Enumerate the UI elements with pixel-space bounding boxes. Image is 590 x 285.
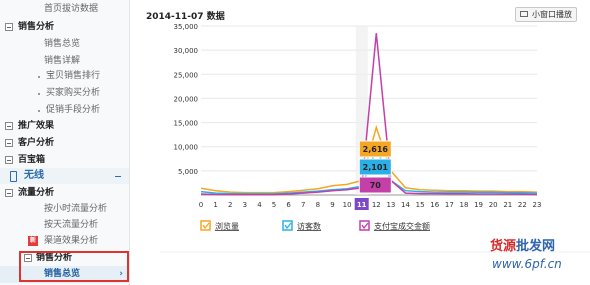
sidebar-item-label: 按天流量分析 (44, 220, 99, 230)
y-tick-label: 20,000 (174, 95, 199, 103)
sidebar-item-daily-traffic[interactable]: 按天流量分析 (0, 217, 129, 234)
sidebar-item-label: 百宝箱 (18, 155, 46, 165)
sidebar-item-label: 首页拔访数据 (44, 4, 99, 14)
x-tick-label: 4 (257, 201, 262, 209)
sidebar-item-homepage-data[interactable]: 首页拔访数据 (0, 1, 129, 18)
tooltip-value: 2,101 (363, 163, 389, 172)
sidebar-section-traffic[interactable]: 流量分析 (0, 185, 129, 202)
sidebar-item-label: 销售详解 (44, 56, 81, 66)
legend-swatch (359, 220, 370, 231)
y-tick-label: 30,000 (174, 47, 199, 55)
x-tick-label: 19 (474, 201, 483, 209)
bullet-icon (38, 110, 40, 112)
collapse-icon (5, 139, 13, 147)
sidebar-item-sales-overview[interactable]: 销售总览 (0, 36, 129, 53)
bullet-icon (38, 93, 40, 95)
sidebar-item-label: 按小时流量分析 (44, 204, 108, 214)
legend-label: 访客数 (297, 221, 321, 231)
collapse-icon (5, 156, 13, 164)
x-tick-label: 18 (459, 201, 468, 209)
x-tick-label: 15 (416, 201, 425, 209)
legend-label: 浏览量 (215, 221, 239, 231)
x-tick-label: 2 (228, 201, 232, 209)
x-tick-label: 20 (489, 201, 498, 209)
y-tick-label: 10,000 (174, 144, 199, 152)
legend-label: 支付宝成交金额 (374, 221, 430, 231)
sidebar-item-label: 渠道效果分析 (44, 236, 99, 246)
x-tick-label: 7 (301, 201, 305, 209)
sidebar-item-label: 销售总览 (44, 39, 81, 49)
phone-icon (10, 171, 17, 182)
y-tick-label: 5,000 (178, 168, 198, 176)
watermark-url: www.6pf.cn (492, 257, 562, 271)
x-tick-label: 13 (386, 201, 395, 209)
x-tick-label: 12 (372, 201, 381, 209)
collapse-icon (5, 189, 13, 197)
sidebar-item-label: 无线 (24, 170, 44, 181)
sidebar-item-label: 客户分析 (18, 138, 55, 148)
new-badge: 新 (28, 236, 38, 246)
x-tick-label: 17 (445, 201, 454, 209)
legend-swatch (282, 220, 293, 231)
watermark: 货源批发网 www.6pf.cn (478, 235, 590, 285)
y-tick-label: 25,000 (174, 71, 199, 79)
sidebar-section-wireless[interactable]: 无线 (0, 168, 129, 184)
x-tick-label: 10 (343, 201, 352, 209)
x-tick-label: 0 (199, 201, 203, 209)
legend-swatch (200, 220, 211, 231)
sidebar-section-sales[interactable]: 销售分析 (0, 19, 129, 36)
x-tick-label: 5 (272, 201, 276, 209)
sidebar-item-label: 推广效果 (18, 121, 55, 131)
tooltip-value: 70 (370, 181, 382, 190)
collapse-icon (5, 23, 13, 31)
collapse-icon (5, 122, 13, 130)
sidebar-item-channel-analysis[interactable]: 新渠道效果分析 (0, 233, 129, 250)
sidebar-section-toolbox[interactable]: 百宝箱 (0, 152, 129, 169)
sidebar: 首页拔访数据 销售分析 销售总览 销售详解 宝贝销售排行 买家购买分析 促销手段… (0, 0, 130, 285)
x-tick-label: 14 (401, 201, 410, 209)
x-tick-label: 6 (286, 201, 291, 209)
tooltip-value: 2,616 (363, 145, 389, 154)
sidebar-item-promo-analysis[interactable]: 促销手段分析 (0, 102, 129, 119)
sidebar-item-label: 买家购买分析 (46, 88, 101, 98)
x-tick-label: 11 (357, 201, 367, 209)
y-tick-label: 15,000 (174, 120, 199, 128)
sidebar-item-label: 销售分析 (18, 22, 55, 32)
bullet-icon (38, 76, 40, 78)
sidebar-item-label: 促销手段分析 (46, 105, 101, 115)
highlight-box (19, 251, 129, 282)
x-tick-label: 1 (213, 201, 217, 209)
x-tick-label: 22 (518, 201, 527, 209)
sidebar-item-label: 宝贝销售排行 (46, 71, 101, 81)
sidebar-item-product-ranking[interactable]: 宝贝销售排行 (0, 68, 129, 85)
sidebar-section-promotion[interactable]: 推广效果 (0, 118, 129, 135)
watermark-title: 货源批发网 (490, 239, 556, 254)
y-tick-label: 35,000 (174, 23, 199, 31)
x-tick-label: 3 (243, 201, 247, 209)
sidebar-section-customer[interactable]: 客户分析 (0, 135, 129, 152)
collapse-dash-icon (115, 176, 121, 177)
x-tick-label: 21 (503, 201, 512, 209)
sidebar-item-hourly-traffic[interactable]: 按小时流量分析 (0, 201, 129, 218)
x-tick-label: 8 (316, 201, 320, 209)
sidebar-item-buyer-analysis[interactable]: 买家购买分析 (0, 85, 129, 102)
sidebar-item-label: 流量分析 (18, 188, 55, 198)
x-tick-label: 9 (330, 201, 334, 209)
x-tick-label: 23 (533, 201, 542, 209)
x-tick-label: 16 (430, 201, 439, 209)
